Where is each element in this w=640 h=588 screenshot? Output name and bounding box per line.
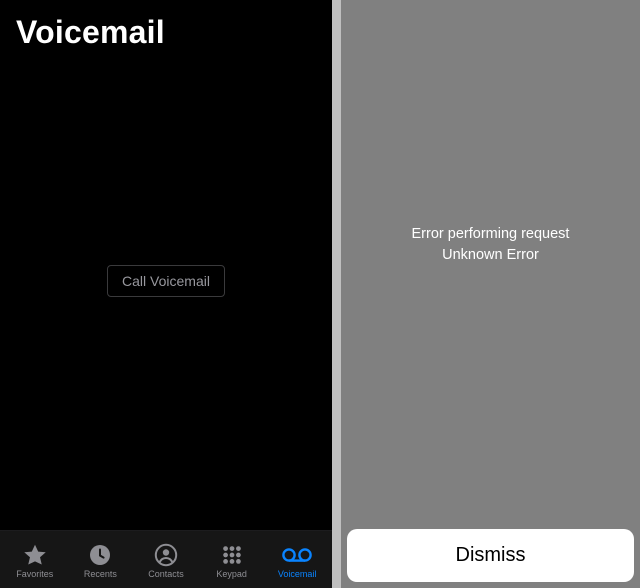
- clock-icon: [88, 542, 112, 568]
- voicemail-content: Call Voicemail: [0, 59, 332, 530]
- tab-keypad[interactable]: Keypad: [201, 542, 263, 579]
- tab-favorites[interactable]: Favorites: [4, 542, 66, 579]
- keypad-icon: [221, 542, 243, 568]
- error-line-2: Unknown Error: [442, 245, 539, 265]
- error-line-1: Error performing request: [412, 224, 570, 244]
- voicemail-icon: [281, 542, 313, 568]
- tab-contacts[interactable]: Contacts: [135, 542, 197, 579]
- panel-divider: [332, 0, 341, 588]
- tab-label: Keypad: [216, 570, 247, 579]
- voicemail-screen: Voicemail Call Voicemail Favorites Recen…: [0, 0, 332, 588]
- tab-label: Contacts: [148, 570, 184, 579]
- tab-recents[interactable]: Recents: [69, 542, 131, 579]
- tab-label: Voicemail: [278, 570, 317, 579]
- error-message: Error performing request Unknown Error: [341, 0, 640, 529]
- tab-label: Favorites: [16, 570, 53, 579]
- tab-bar: Favorites Recents Contacts: [0, 530, 332, 588]
- dismiss-button[interactable]: Dismiss: [347, 529, 634, 582]
- call-voicemail-button[interactable]: Call Voicemail: [107, 265, 225, 297]
- contact-icon: [154, 542, 178, 568]
- dismiss-container: Dismiss: [341, 529, 640, 588]
- tab-voicemail[interactable]: Voicemail: [266, 542, 328, 579]
- header: Voicemail: [0, 0, 332, 59]
- page-title: Voicemail: [16, 14, 316, 51]
- error-modal-screen: Error performing request Unknown Error D…: [341, 0, 640, 588]
- tab-label: Recents: [84, 570, 117, 579]
- star-icon: [22, 542, 48, 568]
